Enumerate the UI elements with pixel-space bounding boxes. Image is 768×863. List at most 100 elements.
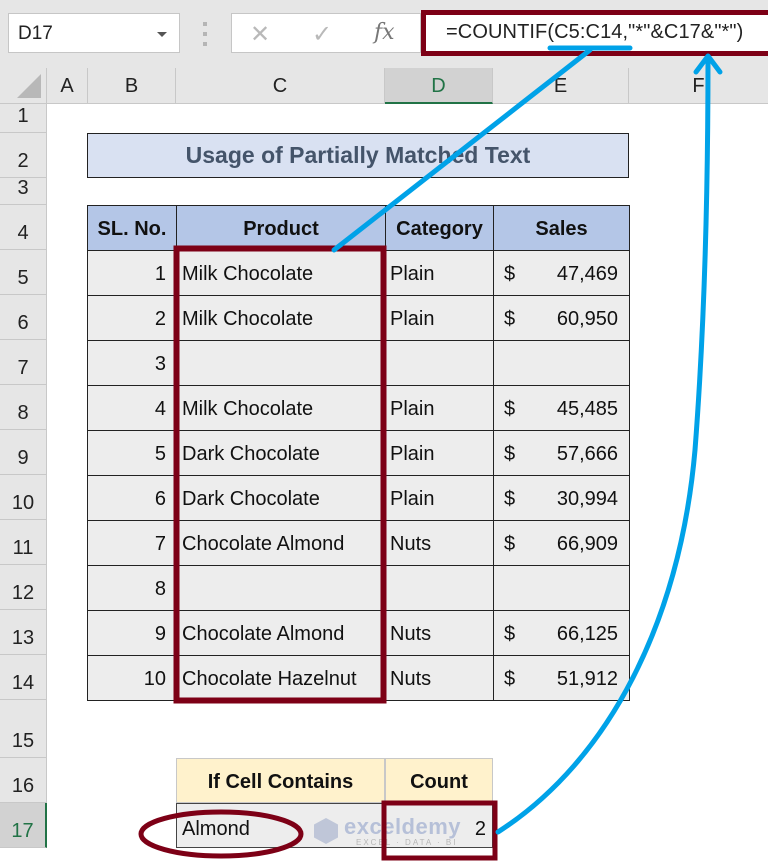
row-header-10[interactable]: 10 (0, 475, 47, 520)
table-cell-product[interactable]: Chocolate Hazelnut (176, 655, 386, 701)
table-header-label: Sales (535, 218, 588, 240)
table-cell-sales[interactable]: $60,950 (493, 295, 630, 341)
table-header-sl: SL. No. (87, 205, 177, 251)
column-header-f[interactable]: F (629, 68, 768, 104)
name-box[interactable]: D17 (8, 13, 180, 53)
table-cell-product[interactable] (176, 340, 386, 386)
table-cell-category[interactable]: Plain (385, 430, 494, 476)
table-cell-sl[interactable]: 8 (87, 565, 177, 611)
table-cell-product[interactable]: Milk Chocolate (176, 250, 386, 296)
table-cell-sales[interactable] (493, 340, 630, 386)
table-cell-product[interactable]: Milk Chocolate (176, 295, 386, 341)
currency-symbol: $ (504, 668, 516, 690)
row-header-label: 6 (17, 312, 29, 334)
row-header-7[interactable]: 7 (0, 340, 47, 385)
table-cell-category[interactable]: Nuts (385, 520, 494, 566)
row-header-13[interactable]: 13 (0, 610, 47, 655)
table-cell-category[interactable]: Nuts (385, 610, 494, 656)
row-header-8[interactable]: 8 (0, 385, 47, 430)
table-cell-category[interactable]: Plain (385, 475, 494, 521)
product-name: Chocolate Almond (182, 533, 345, 555)
row-header-4[interactable]: 4 (0, 205, 47, 250)
product-name: Chocolate Hazelnut (182, 668, 357, 690)
table-cell-sl[interactable]: 3 (87, 340, 177, 386)
table-cell-sl[interactable]: 2 (87, 295, 177, 341)
chevron-down-icon[interactable] (157, 32, 167, 37)
column-header-b[interactable]: B (88, 68, 176, 104)
table-cell-sales[interactable]: $57,666 (493, 430, 630, 476)
row-header-16[interactable]: 16 (0, 758, 47, 803)
row-header-14[interactable]: 14 (0, 655, 47, 700)
row-header-3[interactable]: 3 (0, 177, 47, 205)
row-header-2[interactable]: 2 (0, 133, 47, 178)
table-cell-sales[interactable]: $66,125 (493, 610, 630, 656)
sl-number: 8 (154, 578, 166, 600)
name-box-value: D17 (18, 23, 53, 44)
product-name: Milk Chocolate (182, 308, 314, 330)
column-header-c[interactable]: C (176, 68, 385, 104)
table-cell-category[interactable]: Plain (385, 385, 494, 431)
table-header-category: Category (385, 205, 494, 251)
cancel-icon[interactable]: ✕ (250, 20, 270, 49)
table-cell-product[interactable]: Milk Chocolate (176, 385, 386, 431)
row-header-5[interactable]: 5 (0, 250, 47, 295)
row-header-12[interactable]: 12 (0, 565, 47, 610)
enter-icon[interactable]: ✓ (312, 20, 332, 49)
column-header-a[interactable]: A (47, 68, 88, 104)
formula-bar-grip[interactable] (203, 22, 207, 46)
table-cell-sl[interactable]: 4 (87, 385, 177, 431)
table-cell-product[interactable] (176, 565, 386, 611)
table-cell-product[interactable]: Dark Chocolate (176, 430, 386, 476)
column-header-d[interactable]: D (385, 68, 493, 104)
table-cell-sl[interactable]: 6 (87, 475, 177, 521)
table-cell-sl[interactable]: 9 (87, 610, 177, 656)
row-header-label: 5 (17, 267, 29, 289)
page-title: Usage of Partially Matched Text (87, 133, 629, 178)
row-header-label: 3 (17, 177, 29, 199)
row-header-6[interactable]: 6 (0, 295, 47, 340)
formula-buttons: ✕ ✓ fx (231, 13, 421, 53)
table-cell-category[interactable]: Plain (385, 250, 494, 296)
table-cell-sl[interactable]: 10 (87, 655, 177, 701)
table-cell-sales[interactable]: $45,485 (493, 385, 630, 431)
sl-number: 4 (154, 398, 166, 420)
table-cell-sl[interactable]: 1 (87, 250, 177, 296)
row-header-1[interactable]: 1 (0, 104, 47, 133)
table-cell-sl[interactable]: 5 (87, 430, 177, 476)
sl-number: 6 (154, 488, 166, 510)
currency-symbol: $ (504, 263, 516, 285)
table-cell-category[interactable]: Plain (385, 295, 494, 341)
insert-function-icon[interactable]: fx (374, 20, 395, 45)
sales-amount: 47,469 (556, 263, 618, 285)
table-cell-product[interactable]: Dark Chocolate (176, 475, 386, 521)
currency-symbol: $ (504, 308, 516, 330)
table-cell-sales[interactable] (493, 565, 630, 611)
category-name: Plain (390, 263, 435, 285)
product-name: Milk Chocolate (182, 398, 314, 420)
row-header-11[interactable]: 11 (0, 520, 47, 565)
row-header-9[interactable]: 9 (0, 430, 47, 475)
currency-symbol: $ (504, 398, 516, 420)
table-cell-product[interactable]: Chocolate Almond (176, 520, 386, 566)
table-cell-product[interactable]: Chocolate Almond (176, 610, 386, 656)
sl-number: 9 (154, 623, 166, 645)
row-header-17[interactable]: 17 (0, 803, 47, 848)
table-cell-category[interactable] (385, 340, 494, 386)
table-cell-sales[interactable]: $51,912 (493, 655, 630, 701)
count-value: 2 (474, 818, 486, 840)
formula-text: =COUNTIF(C5:C14,"*"&C17&"*") (446, 21, 744, 43)
table-cell-sales[interactable]: $30,994 (493, 475, 630, 521)
row-header-15[interactable]: 15 (0, 700, 47, 758)
row-header-label: 4 (17, 222, 29, 244)
table-cell-category[interactable]: Nuts (385, 655, 494, 701)
column-header-e[interactable]: E (493, 68, 629, 104)
table-cell-category[interactable] (385, 565, 494, 611)
sl-number: 3 (154, 353, 166, 375)
select-all-button[interactable] (0, 68, 47, 104)
table-cell-sales[interactable]: $47,469 (493, 250, 630, 296)
table-cell-sl[interactable]: 7 (87, 520, 177, 566)
formula-input-highlight[interactable]: =COUNTIF(C5:C14,"*"&C17&"*") (421, 10, 768, 56)
table-cell-sales[interactable]: $66,909 (493, 520, 630, 566)
row-header-label: 9 (17, 447, 29, 469)
table-header-sales: Sales (493, 205, 630, 251)
